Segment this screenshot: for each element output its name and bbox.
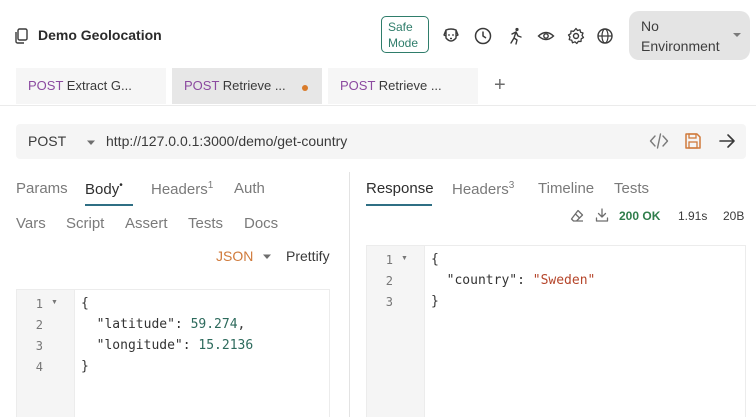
tab-vars[interactable]: Vars xyxy=(16,215,46,232)
code-line: "latitude": 59.274, xyxy=(81,317,246,332)
pane-divider[interactable] xyxy=(349,172,350,417)
gear-icon[interactable] xyxy=(567,27,585,45)
code-line: { xyxy=(431,252,439,267)
prettify-button[interactable]: Prettify xyxy=(286,248,330,264)
tab-response-headers[interactable]: Headers3 xyxy=(452,180,514,198)
code-line: } xyxy=(431,294,439,309)
body-mode-select[interactable]: JSON xyxy=(216,248,253,264)
line-number: 3 xyxy=(35,339,43,353)
tabs-divider xyxy=(0,105,756,106)
environment-label: No Environment xyxy=(641,18,720,54)
json-key: "latitude": xyxy=(81,317,191,332)
tab-assert[interactable]: Assert xyxy=(125,215,168,232)
unsaved-indicator xyxy=(302,85,308,91)
body-modified-marker: • xyxy=(119,180,123,191)
json-number: 15.2136 xyxy=(198,338,254,353)
method-select[interactable]: POST xyxy=(28,133,66,149)
tab-method: POST xyxy=(340,78,376,93)
fold-arrow-icon[interactable]: ▼ xyxy=(401,255,408,262)
status-badge: 200 OK xyxy=(619,209,661,223)
headers-count: 1 xyxy=(207,180,214,191)
tab-method: POST xyxy=(28,78,64,93)
tab-body[interactable]: Body• xyxy=(85,180,123,198)
line-number: 1 xyxy=(35,297,43,311)
tab-body-label: Body xyxy=(85,181,120,198)
tab-auth[interactable]: Auth xyxy=(234,180,265,197)
tab-timeline[interactable]: Timeline xyxy=(538,180,594,197)
line-number: 2 xyxy=(35,318,43,332)
eye-icon[interactable] xyxy=(537,27,555,45)
active-tab-underline xyxy=(366,204,432,206)
response-size: 20B xyxy=(723,209,745,223)
tab-method: POST xyxy=(184,78,220,93)
url-bar: POST http://127.0.0.1:3000/demo/get-coun… xyxy=(16,124,746,159)
tab-tests[interactable]: Tests xyxy=(188,215,223,232)
response-body-viewer[interactable]: 1 ▼ 2 3 { "country": "Sweden" } xyxy=(366,245,746,417)
json-key: "country": xyxy=(431,273,533,288)
request-tab-retrieve[interactable]: POST Retrieve ... xyxy=(328,68,478,104)
tab-headers-label: Headers xyxy=(452,181,509,198)
json-number: 59.274 xyxy=(190,317,238,332)
code-line: { xyxy=(81,296,89,311)
active-tab-underline xyxy=(85,204,133,206)
headers-count: 3 xyxy=(508,180,515,191)
environment-select[interactable]: No Environment xyxy=(629,11,750,60)
tab-script[interactable]: Script xyxy=(66,215,104,232)
top-bar: Demo Geolocation Safe Mode No Environmen… xyxy=(0,0,756,68)
tab-headers[interactable]: Headers1 xyxy=(151,180,213,198)
url-input[interactable]: http://127.0.0.1:3000/demo/get-country xyxy=(106,133,347,149)
json-key: "longitude": xyxy=(81,338,199,353)
globe-icon[interactable] xyxy=(596,27,614,45)
collection-title[interactable]: Demo Geolocation xyxy=(38,27,162,43)
fold-arrow-icon[interactable]: ▼ xyxy=(51,299,58,306)
code-line: "country": "Sweden" xyxy=(431,273,596,288)
line-number: 1 xyxy=(385,253,393,267)
request-tab-extract[interactable]: POST Extract G... xyxy=(16,68,166,104)
line-gutter: 1 ▼ 2 3 4 xyxy=(17,290,75,417)
collection-icon xyxy=(15,28,28,44)
code-line: } xyxy=(81,359,89,374)
safe-mode-label-1: Safe xyxy=(388,20,413,34)
safe-mode-label-2: Mode xyxy=(388,36,419,50)
download-icon[interactable] xyxy=(595,208,609,222)
request-body-editor[interactable]: 1 ▼ 2 3 4 { "latitude": 59.274, "longitu… xyxy=(16,289,330,417)
chevron-down-icon xyxy=(733,33,741,37)
save-icon[interactable] xyxy=(684,132,702,150)
tab-name: Retrieve ... xyxy=(378,78,442,93)
request-tab-retrieve-active[interactable]: POST Retrieve ... xyxy=(172,68,322,104)
tab-response[interactable]: Response xyxy=(366,180,434,197)
json-string: "Sweden" xyxy=(532,273,596,288)
tab-docs[interactable]: Docs xyxy=(244,215,278,232)
safe-mode-toggle[interactable]: Safe Mode xyxy=(381,16,429,53)
eraser-icon[interactable] xyxy=(570,209,584,223)
tab-name: Retrieve ... xyxy=(222,78,286,93)
code-line: "longitude": 15.2136 xyxy=(81,338,254,353)
dog-icon[interactable] xyxy=(442,27,460,45)
tab-headers-label: Headers xyxy=(151,181,208,198)
code-icon[interactable] xyxy=(649,132,669,150)
tab-response-tests[interactable]: Tests xyxy=(614,180,649,197)
chevron-down-icon[interactable] xyxy=(86,140,96,146)
line-gutter: 1 ▼ 2 3 xyxy=(367,246,425,417)
tab-params[interactable]: Params xyxy=(16,180,68,197)
tab-name: Extract G... xyxy=(66,78,132,93)
new-tab-button[interactable]: + xyxy=(494,74,506,97)
runner-icon[interactable] xyxy=(506,27,524,45)
send-arrow-icon[interactable] xyxy=(718,132,736,150)
clock-icon[interactable] xyxy=(474,27,492,45)
response-time: 1.91s xyxy=(678,209,708,223)
json-punct: , xyxy=(237,317,246,332)
line-number: 3 xyxy=(385,295,393,309)
line-number: 4 xyxy=(35,360,43,374)
line-number: 2 xyxy=(385,274,393,288)
chevron-down-icon[interactable] xyxy=(262,254,272,260)
